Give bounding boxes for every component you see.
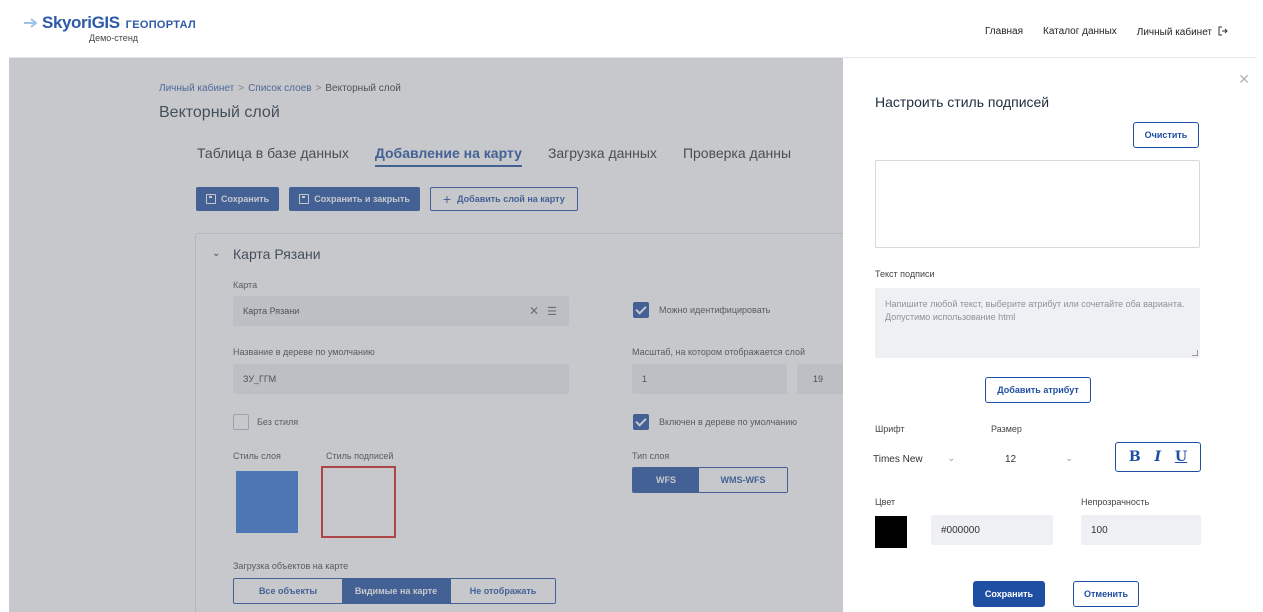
label-style-label: Стиль подписей bbox=[326, 451, 394, 461]
save-button-label: Сохранить bbox=[221, 194, 270, 204]
italic-button[interactable]: I bbox=[1155, 449, 1162, 465]
logo-text: SkyoriGIS bbox=[42, 13, 120, 32]
card-title: Карта Рязани bbox=[233, 246, 321, 262]
loading-none[interactable]: Не отображать bbox=[450, 579, 555, 603]
label-style-swatch[interactable] bbox=[321, 466, 396, 538]
loading-visible[interactable]: Видимые на карте bbox=[342, 579, 450, 603]
scale-min-input[interactable]: 1 bbox=[632, 364, 787, 394]
save-close-button[interactable]: Сохранить и закрыть bbox=[289, 187, 420, 211]
panel-title: Настроить стиль подписей bbox=[875, 94, 1050, 110]
layer-type-wfs[interactable]: WFS bbox=[633, 468, 699, 492]
identify-checkbox[interactable] bbox=[633, 302, 649, 318]
loading-toggle: Все объекты Видимые на карте Не отобража… bbox=[233, 578, 556, 604]
underline-button[interactable]: U bbox=[1175, 449, 1187, 465]
no-style-checkbox[interactable] bbox=[233, 414, 249, 430]
tree-name-label: Название в дереве по умолчанию bbox=[233, 347, 375, 357]
breadcrumb: Личный кабинет > Список слоев > Векторный сл… bbox=[159, 83, 401, 94]
map-card: ⌄ Карта Рязани Карта Карта Рязани ✕ ☰ На… bbox=[195, 233, 843, 612]
page-title: Векторный слой bbox=[159, 104, 280, 121]
map-select[interactable]: Карта Рязани ✕ ☰ bbox=[233, 296, 569, 326]
main-content: Личный кабинет > Список слоев > Векторный сл… bbox=[9, 58, 843, 612]
chevron-down-icon: ⌄ bbox=[947, 453, 955, 463]
color-label: Цвет bbox=[875, 497, 896, 507]
label-preview bbox=[875, 160, 1200, 248]
tab-data-loading[interactable]: Загрузка данных bbox=[548, 145, 657, 167]
layer-type-wms-wfs[interactable]: WMS-WFS bbox=[699, 468, 787, 492]
font-label: Шрифт bbox=[875, 424, 905, 434]
logo-arrow-icon bbox=[24, 18, 38, 28]
tab-database-table[interactable]: Таблица в базе данных bbox=[197, 145, 349, 167]
color-input[interactable]: #000000 bbox=[931, 515, 1053, 545]
add-attribute-button[interactable]: Добавить атрибут bbox=[985, 377, 1091, 403]
breadcrumb-separator: > bbox=[238, 83, 245, 94]
size-label: Размер bbox=[991, 424, 1022, 434]
layer-style-swatch[interactable] bbox=[236, 471, 298, 533]
label-style-panel: ✕ Настроить стиль подписей Очистить Текс… bbox=[843, 58, 1256, 612]
clear-button[interactable]: Очистить bbox=[1133, 122, 1199, 148]
save-button[interactable]: Сохранить bbox=[196, 187, 280, 211]
list-icon[interactable]: ☰ bbox=[547, 305, 557, 318]
layer-style-label: Стиль слоя bbox=[233, 451, 281, 461]
nav-catalog-link[interactable]: Каталог данных bbox=[1043, 26, 1117, 38]
tree-enabled-checkbox[interactable] bbox=[633, 414, 649, 430]
size-select-value: 12 bbox=[1005, 453, 1017, 465]
tab-data-check[interactable]: Проверка данны bbox=[683, 145, 791, 167]
loading-label: Загрузка объектов на карте bbox=[233, 561, 349, 571]
font-select-value: Times New bbox=[873, 453, 923, 465]
nav-account-label: Личный кабинет bbox=[1136, 27, 1212, 38]
opacity-input[interactable]: 100 bbox=[1081, 515, 1201, 545]
top-nav: Главная Каталог данных Личный кабинет bbox=[985, 26, 1228, 38]
chevron-down-icon[interactable]: ⌄ bbox=[212, 248, 220, 259]
identify-label: Можно идентифицировать bbox=[659, 305, 771, 315]
save-icon bbox=[206, 194, 216, 204]
tab-add-to-map[interactable]: Добавление на карту bbox=[374, 145, 522, 167]
scale-max-input[interactable]: 19 bbox=[797, 364, 843, 394]
breadcrumb-current: Векторный слой bbox=[325, 83, 401, 94]
resize-handle-icon[interactable] bbox=[1192, 350, 1198, 356]
map-label: Карта bbox=[233, 280, 258, 290]
tree-name-input[interactable]: ЗУ_ГГМ bbox=[233, 364, 569, 394]
add-layer-button[interactable]: + Добавить слой на карту bbox=[429, 187, 578, 211]
font-select[interactable]: Times New ⌄ bbox=[863, 444, 965, 474]
color-swatch[interactable] bbox=[875, 516, 907, 548]
plus-icon: + bbox=[442, 191, 452, 207]
logo-demo-label: Демо-стенд bbox=[89, 33, 139, 43]
tab-bar: Таблица в базе данных Добавление на карт… bbox=[197, 145, 791, 167]
panel-save-button[interactable]: Сохранить bbox=[973, 581, 1045, 607]
panel-cancel-button[interactable]: Отменить bbox=[1073, 581, 1139, 607]
label-text-label: Текст подписи bbox=[875, 269, 935, 279]
no-style-label: Без стиля bbox=[257, 417, 299, 427]
toolbar: Сохранить Сохранить и закрыть + Добавить… bbox=[196, 187, 578, 211]
nav-account-link[interactable]: Личный кабинет bbox=[1137, 26, 1228, 38]
close-icon[interactable]: ✕ bbox=[1238, 72, 1250, 86]
label-text-input[interactable]: Напишите любой текст, выберите атрибут и… bbox=[875, 288, 1200, 358]
logout-icon bbox=[1218, 26, 1228, 36]
add-layer-button-label: Добавить слой на карту bbox=[457, 194, 565, 204]
top-header: SkyoriGIS ГЕОПОРТАЛ Демо-стенд Главная К… bbox=[9, 6, 1256, 58]
opacity-label: Непрозрачность bbox=[1081, 497, 1150, 507]
layer-type-label: Тип слоя bbox=[632, 451, 670, 461]
chevron-down-icon: ⌄ bbox=[1065, 453, 1073, 463]
bold-button[interactable]: B bbox=[1129, 449, 1141, 465]
breadcrumb-account[interactable]: Личный кабинет bbox=[159, 83, 234, 94]
tree-enabled-label: Включен в дереве по умолчанию bbox=[659, 417, 798, 427]
logo-subtitle: ГЕОПОРТАЛ bbox=[125, 18, 196, 31]
loading-all[interactable]: Все объекты bbox=[234, 579, 342, 603]
save-close-button-label: Сохранить и закрыть bbox=[314, 194, 410, 204]
size-select[interactable]: 12 ⌄ bbox=[991, 444, 1083, 474]
nav-home-link[interactable]: Главная bbox=[985, 26, 1023, 38]
scale-label: Масштаб, на котором отображается слой bbox=[632, 347, 806, 357]
format-toolbar: B I U bbox=[1115, 442, 1201, 472]
breadcrumb-layers[interactable]: Список слоев bbox=[248, 83, 311, 94]
logo[interactable]: SkyoriGIS ГЕОПОРТАЛ bbox=[23, 13, 196, 33]
label-text-placeholder: Напишите любой текст, выберите атрибут и… bbox=[885, 299, 1185, 322]
breadcrumb-separator: > bbox=[315, 83, 322, 94]
clear-icon[interactable]: ✕ bbox=[529, 304, 539, 318]
map-select-value: Карта Рязани bbox=[243, 306, 300, 316]
layer-type-toggle: WFS WMS-WFS bbox=[632, 467, 788, 493]
save-close-icon bbox=[299, 194, 310, 204]
